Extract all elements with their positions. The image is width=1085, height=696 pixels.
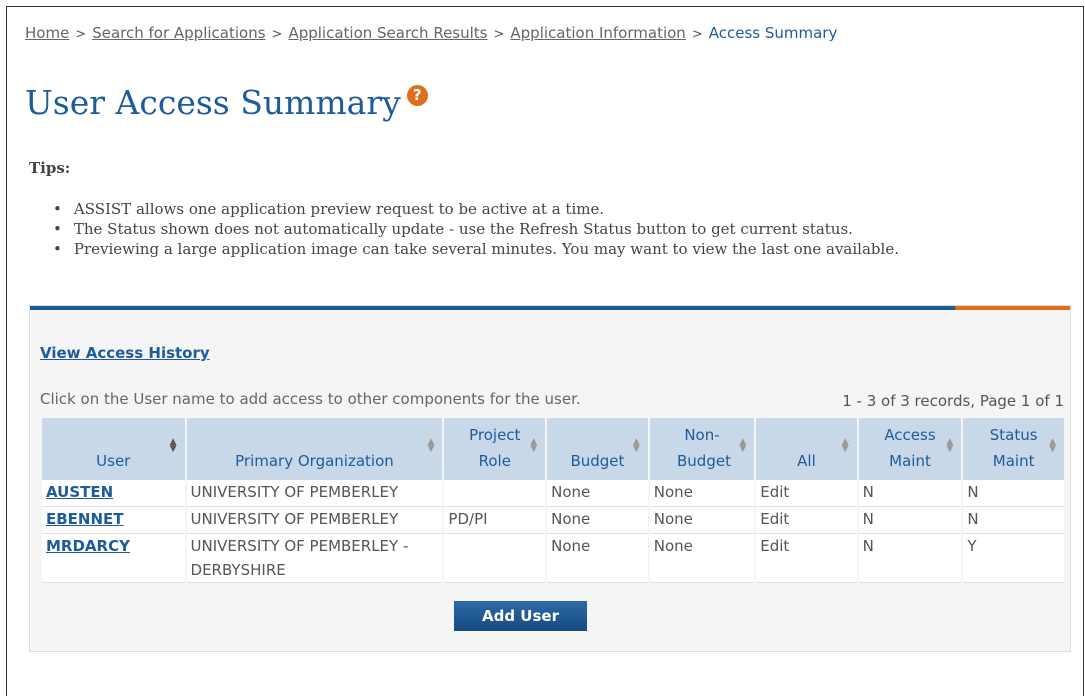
breadcrumb-search-for-applications[interactable]: Search for Applications xyxy=(92,24,265,42)
column-label: User xyxy=(96,452,131,470)
non-budget-cell: None xyxy=(649,480,755,507)
column-header-access-maint[interactable]: Access Maint ▲ ▼ xyxy=(858,418,962,480)
status-maint-cell: N xyxy=(963,507,1064,534)
page-frame: Home > Search for Applications > Application… xyxy=(6,6,1084,696)
tip-item: ASSIST allows one application preview re… xyxy=(53,199,899,219)
user-link-mrdarcy[interactable]: MRDARCY xyxy=(46,537,130,555)
column-label: Primary Organization xyxy=(235,452,394,470)
sort-icon: ▲ ▼ xyxy=(739,437,747,454)
sort-icon: ▲ ▼ xyxy=(841,437,849,454)
non-budget-cell: None xyxy=(649,534,755,583)
organization-cell: UNIVERSITY OF PEMBERLEY - DERBYSHIRE xyxy=(186,534,443,583)
sort-icon: ▲ ▼ xyxy=(530,437,538,454)
breadcrumb-separator: > xyxy=(271,27,283,42)
column-label: All xyxy=(797,452,816,470)
user-link-austen[interactable]: AUSTEN xyxy=(46,483,113,501)
user-cell: MRDARCY xyxy=(42,534,185,583)
tips-list: ASSIST allows one application preview re… xyxy=(53,199,899,259)
access-maint-cell: N xyxy=(858,507,962,534)
organization-cell: UNIVERSITY OF PEMBERLEY xyxy=(186,507,443,534)
breadcrumb-current: Access Summary xyxy=(708,24,838,42)
column-header-status-maint[interactable]: Status Maint ▲ ▼ xyxy=(963,418,1064,480)
breadcrumb-application-information[interactable]: Application Information xyxy=(510,24,685,42)
sort-icon: ▲ ▼ xyxy=(169,437,177,454)
help-icon[interactable]: ? xyxy=(406,85,428,106)
project-role-cell: PD/PI xyxy=(444,507,546,534)
project-role-cell xyxy=(444,534,546,583)
column-header-project-role[interactable]: Project Role ▲ ▼ xyxy=(444,418,546,480)
sort-icon: ▲ ▼ xyxy=(946,437,954,454)
sort-icon: ▲ ▼ xyxy=(632,437,640,454)
tips-title: Tips: xyxy=(29,159,71,177)
breadcrumb-separator: > xyxy=(493,27,505,42)
add-user-button[interactable]: Add User xyxy=(454,601,587,631)
user-link-ebennet[interactable]: EBENNET xyxy=(46,510,124,528)
sort-icon: ▲ ▼ xyxy=(1049,437,1056,454)
table-row: EBENNET UNIVERSITY OF PEMBERLEY PD/PI No… xyxy=(42,507,1064,534)
budget-cell: None xyxy=(547,534,648,583)
all-cell: Edit xyxy=(756,480,857,507)
breadcrumb-home[interactable]: Home xyxy=(25,24,69,42)
column-label: Project Role xyxy=(469,426,521,470)
project-role-cell xyxy=(444,480,546,507)
breadcrumb-separator: > xyxy=(691,27,703,42)
budget-cell: None xyxy=(547,507,648,534)
all-cell: Edit xyxy=(756,507,857,534)
instruction-text: Click on the User name to add access to … xyxy=(40,390,581,408)
breadcrumb-application-search-results[interactable]: Application Search Results xyxy=(288,24,487,42)
budget-cell: None xyxy=(547,480,648,507)
sort-icon: ▲ ▼ xyxy=(427,437,435,454)
page-title: User Access Summary xyxy=(25,83,401,122)
access-panel: View Access History Click on the User na… xyxy=(29,305,1071,652)
panel-top-bar xyxy=(30,306,1070,310)
column-header-user[interactable]: User ▲ ▼ xyxy=(42,418,185,480)
all-cell: Edit xyxy=(756,534,857,583)
user-cell: AUSTEN xyxy=(42,480,185,507)
column-label: Status Maint xyxy=(989,426,1038,470)
breadcrumb-separator: > xyxy=(75,27,87,42)
records-count: 1 - 3 of 3 records, Page 1 of 1 xyxy=(842,392,1064,410)
status-maint-cell: N xyxy=(963,480,1064,507)
page-title-container: User Access Summary? xyxy=(25,83,428,122)
view-access-history-link[interactable]: View Access History xyxy=(40,344,210,362)
organization-cell: UNIVERSITY OF PEMBERLEY xyxy=(186,480,443,507)
column-label: Non-Budget xyxy=(677,426,731,470)
table-row: MRDARCY UNIVERSITY OF PEMBERLEY - DERBYS… xyxy=(42,534,1064,583)
user-access-table: User ▲ ▼ Primary Organization ▲ ▼ Project Ro… xyxy=(40,418,1066,583)
column-header-non-budget[interactable]: Non-Budget ▲ ▼ xyxy=(649,418,755,480)
non-budget-cell: None xyxy=(649,507,755,534)
column-header-all[interactable]: All ▲ ▼ xyxy=(756,418,857,480)
table-row: AUSTEN UNIVERSITY OF PEMBERLEY None None… xyxy=(42,480,1064,507)
tip-item: The Status shown does not automatically … xyxy=(53,219,899,239)
access-maint-cell: N xyxy=(858,480,962,507)
column-label: Access Maint xyxy=(884,426,936,470)
column-header-primary-organization[interactable]: Primary Organization ▲ ▼ xyxy=(186,418,443,480)
column-label: Budget xyxy=(570,452,625,470)
breadcrumb: Home > Search for Applications > Application… xyxy=(25,24,837,42)
access-maint-cell: N xyxy=(858,534,962,583)
tip-item: Previewing a large application image can… xyxy=(53,239,899,259)
user-cell: EBENNET xyxy=(42,507,185,534)
column-header-budget[interactable]: Budget ▲ ▼ xyxy=(547,418,648,480)
status-maint-cell: Y xyxy=(963,534,1064,583)
